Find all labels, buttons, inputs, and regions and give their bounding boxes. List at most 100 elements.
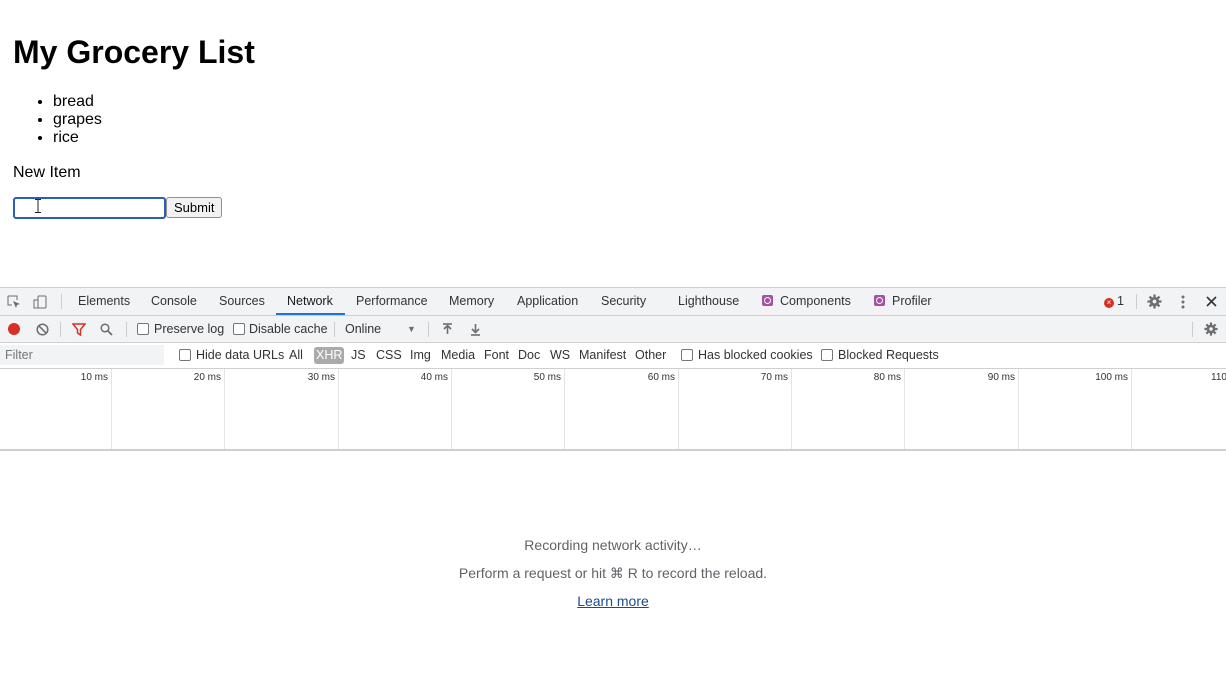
- export-har-icon[interactable]: [468, 322, 482, 336]
- timeline-tick: 100 ms: [1019, 369, 1132, 449]
- timeline-tick-label: 90 ms: [987, 372, 1015, 383]
- import-har-icon[interactable]: [440, 322, 454, 336]
- tab-components[interactable]: Components: [762, 288, 851, 315]
- preserve-log-checkbox[interactable]: [137, 323, 149, 335]
- react-icon: [762, 295, 773, 306]
- tab-console[interactable]: Console: [151, 288, 197, 315]
- network-filter-bar: Hide data URLs All XHR JS CSS Img Media …: [0, 343, 1226, 369]
- filter-type-all[interactable]: All: [289, 343, 303, 368]
- network-overview-timeline[interactable]: 10 ms 20 ms 30 ms 40 ms 50 ms 60 ms 70 m…: [0, 369, 1226, 451]
- devtools-panel: Elements Console Sources Network Perform…: [0, 287, 1226, 677]
- tab-components-label: Components: [780, 294, 851, 308]
- timeline-tick: 50 ms: [452, 369, 565, 449]
- record-icon[interactable]: [7, 322, 21, 336]
- tab-sources[interactable]: Sources: [219, 288, 265, 315]
- hide-data-urls-checkbox[interactable]: [179, 349, 191, 361]
- toolbar-separator: [334, 322, 335, 337]
- text-cursor-icon: [35, 199, 41, 213]
- preserve-log-label: Preserve log: [154, 322, 225, 336]
- timeline-tick-label: 80 ms: [873, 372, 901, 383]
- tabbar-separator: [1136, 294, 1137, 309]
- tab-security[interactable]: Security: [601, 288, 646, 315]
- filter-type-media[interactable]: Media: [441, 343, 475, 368]
- filter-type-other[interactable]: Other: [635, 343, 666, 368]
- timeline-tick-label: 110: [1211, 372, 1226, 383]
- toolbar-separator: [428, 322, 429, 337]
- blocked-requests-checkbox[interactable]: [821, 349, 833, 361]
- tab-elements[interactable]: Elements: [78, 288, 130, 315]
- toolbar-separator: [126, 322, 127, 337]
- disable-cache-checkbox[interactable]: [233, 323, 245, 335]
- error-icon: ×: [1104, 298, 1114, 308]
- new-item-label: New Item: [13, 164, 81, 181]
- tab-profiler[interactable]: Profiler: [874, 288, 932, 315]
- timeline-tick: 30 ms: [225, 369, 339, 449]
- devtools-tabbar: Elements Console Sources Network Perform…: [0, 288, 1226, 316]
- toolbar-separator: [1192, 322, 1193, 337]
- network-settings-gear-icon[interactable]: [1203, 321, 1219, 337]
- tab-profiler-label: Profiler: [892, 294, 932, 308]
- timeline-tick-label: 50 ms: [533, 372, 561, 383]
- tabbar-separator: [61, 294, 62, 309]
- network-toolbar: Preserve log Disable cache Online ▼: [0, 316, 1226, 343]
- timeline-tick-label: 70 ms: [760, 372, 788, 383]
- tab-application[interactable]: Application: [517, 288, 578, 315]
- more-options-icon[interactable]: [1175, 293, 1191, 310]
- filter-type-img[interactable]: Img: [410, 343, 431, 368]
- filter-type-ws[interactable]: WS: [550, 343, 570, 368]
- blocked-requests-label: Blocked Requests: [838, 348, 939, 362]
- timeline-tick: 90 ms: [905, 369, 1019, 449]
- disable-cache-label: Disable cache: [249, 322, 328, 336]
- list-item: rice: [53, 129, 102, 147]
- timeline-tick: 110: [1132, 369, 1226, 449]
- page-title: My Grocery List: [13, 34, 255, 70]
- throttling-value: Online: [345, 322, 382, 336]
- has-blocked-cookies-label: Has blocked cookies: [698, 348, 813, 362]
- timeline-tick: 20 ms: [112, 369, 225, 449]
- tab-lighthouse[interactable]: Lighthouse: [678, 288, 739, 315]
- filter-type-manifest[interactable]: Manifest: [579, 343, 626, 368]
- close-icon[interactable]: [1203, 293, 1219, 310]
- react-icon: [874, 295, 885, 306]
- tab-memory[interactable]: Memory: [449, 288, 494, 315]
- filter-type-xhr[interactable]: XHR: [314, 347, 345, 364]
- throttling-select[interactable]: Online ▼: [345, 316, 420, 342]
- filter-type-font[interactable]: Font: [484, 343, 509, 368]
- list-item: grapes: [53, 111, 102, 129]
- timeline-tick-label: 30 ms: [307, 372, 335, 383]
- settings-gear-icon[interactable]: [1146, 293, 1163, 310]
- timeline-tick: 70 ms: [679, 369, 792, 449]
- timeline-tick-label: 40 ms: [420, 372, 448, 383]
- has-blocked-cookies-checkbox[interactable]: [681, 349, 693, 361]
- toolbar-separator: [60, 322, 61, 337]
- tab-performance[interactable]: Performance: [356, 288, 428, 315]
- filter-type-doc[interactable]: Doc: [518, 343, 540, 368]
- tab-network[interactable]: Network: [287, 288, 333, 315]
- submit-button[interactable]: Submit: [166, 197, 223, 218]
- inspect-element-icon[interactable]: [6, 294, 22, 310]
- learn-more-link[interactable]: Learn more: [577, 593, 649, 609]
- timeline-tick: 60 ms: [565, 369, 679, 449]
- error-counter[interactable]: × 1: [1104, 288, 1124, 315]
- page-viewport: My Grocery List bread grapes rice New It…: [0, 0, 1226, 287]
- list-item: bread: [53, 93, 102, 111]
- search-icon[interactable]: [99, 322, 113, 336]
- timeline-tick-label: 10 ms: [80, 372, 108, 383]
- timeline-tick-label: 100 ms: [1095, 372, 1128, 383]
- timeline-tick: 80 ms: [792, 369, 905, 449]
- filter-type-js[interactable]: JS: [351, 343, 366, 368]
- hide-data-urls-label: Hide data URLs: [196, 348, 285, 362]
- filter-icon[interactable]: [71, 322, 86, 336]
- grocery-list: bread grapes rice: [13, 93, 102, 147]
- active-tab-indicator: [276, 313, 345, 315]
- clear-icon[interactable]: [35, 322, 49, 336]
- filter-type-css[interactable]: CSS: [376, 343, 402, 368]
- timeline-tick-label: 60 ms: [647, 372, 675, 383]
- filter-input[interactable]: [0, 345, 164, 365]
- error-count: 1: [1117, 294, 1124, 308]
- timeline-tick-label: 20 ms: [193, 372, 221, 383]
- recording-status: Recording network activity…: [524, 537, 702, 553]
- device-toolbar-icon[interactable]: [32, 294, 50, 310]
- network-empty-state: Recording network activity… Perform a re…: [0, 451, 1226, 677]
- timeline-tick: 40 ms: [339, 369, 452, 449]
